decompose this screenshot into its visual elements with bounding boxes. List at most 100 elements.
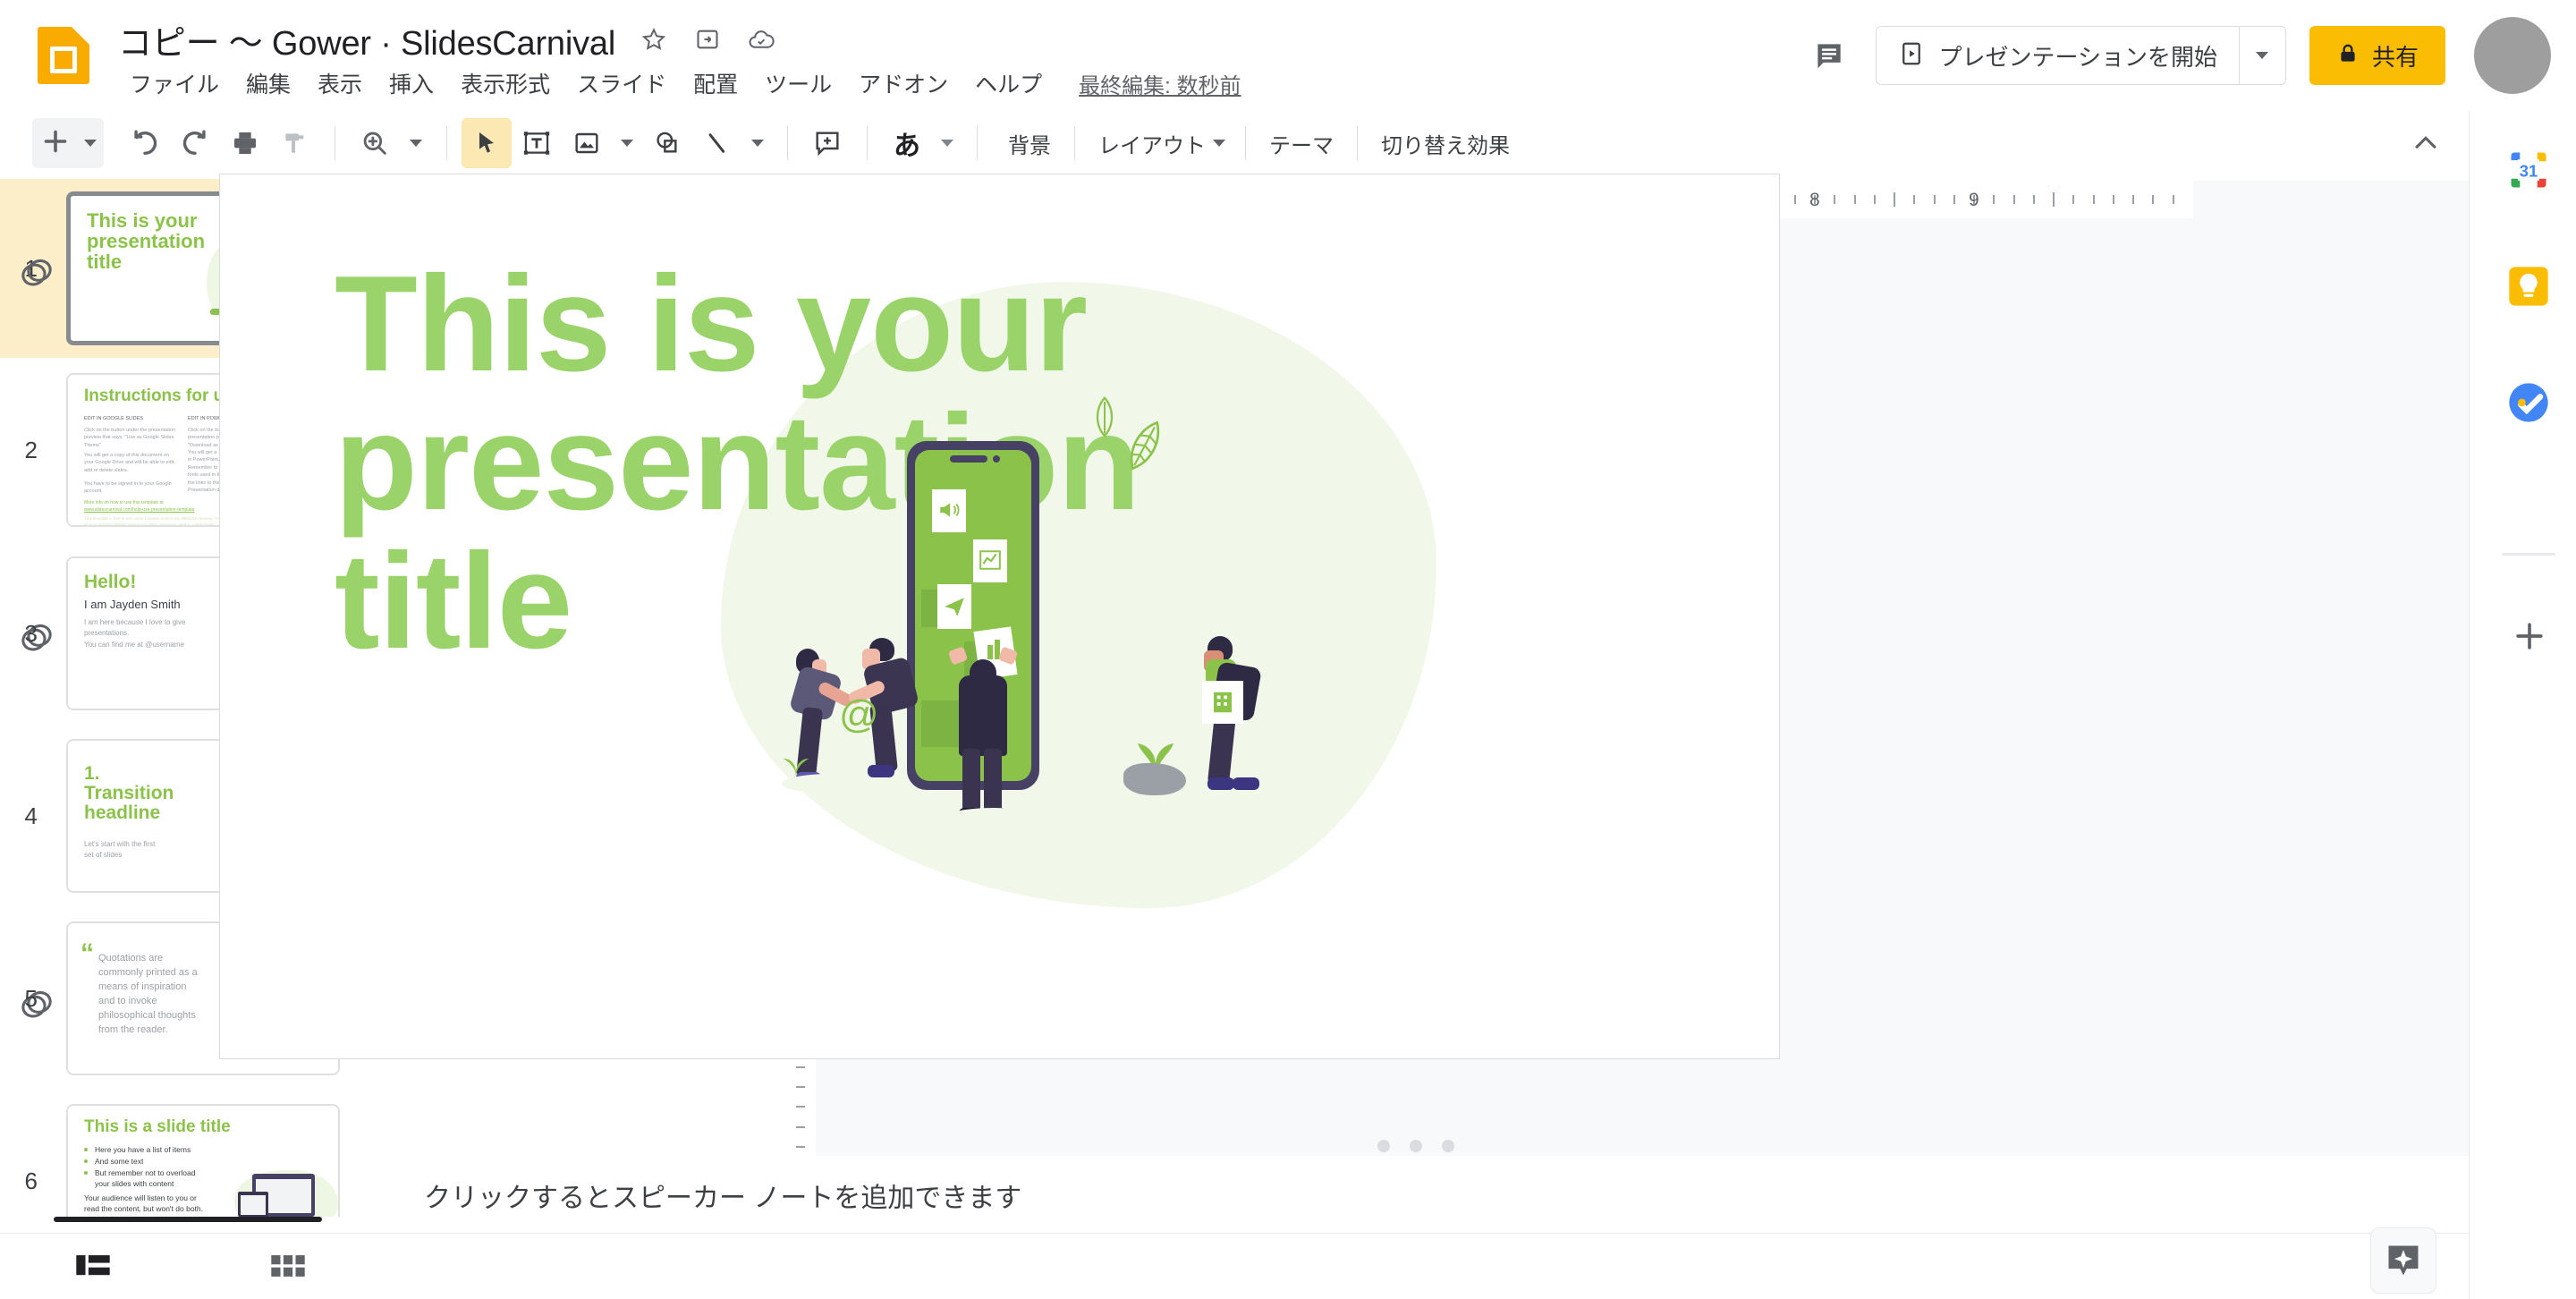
grid-view-button[interactable] <box>265 1244 311 1287</box>
move-to-folder-icon[interactable] <box>692 24 723 55</box>
explore-button[interactable] <box>2370 1227 2436 1294</box>
menu-item-format[interactable]: 表示形式 <box>447 64 564 103</box>
account-avatar[interactable] <box>2474 17 2551 94</box>
ruler-tick <box>2012 195 2015 204</box>
line-button[interactable] <box>692 118 742 168</box>
ruler-label: 8 <box>1809 190 1820 210</box>
chevron-down-icon <box>84 140 97 147</box>
print-button[interactable] <box>220 118 270 168</box>
image-button[interactable] <box>562 118 612 168</box>
background-button[interactable]: 背景 <box>992 118 1067 168</box>
slide-number: 4 <box>24 802 38 829</box>
ruler-tick <box>2172 195 2174 204</box>
thumb-col1-p2: You will get a copy of this document on … <box>84 453 175 473</box>
line-options-caret[interactable] <box>742 118 773 168</box>
theme-button[interactable]: テーマ <box>1253 118 1350 168</box>
chevron-down-icon <box>621 140 633 147</box>
layout-button[interactable]: レイアウト <box>1082 118 1238 168</box>
ruler-tick <box>2053 192 2055 207</box>
undo-button[interactable] <box>120 118 170 168</box>
zoom-button[interactable] <box>350 118 400 168</box>
thumb-quote: Quotations are commonly printed as a mea… <box>98 953 198 1035</box>
ruler-tick <box>1853 195 1856 204</box>
menu-item-view[interactable]: 表示 <box>304 64 376 103</box>
ruler-tick <box>796 1106 805 1108</box>
share-button[interactable]: 共有 <box>2309 26 2445 85</box>
slide-number: 3 <box>24 619 38 647</box>
svg-text:31: 31 <box>2520 162 2538 181</box>
people-with-smartphone-illustration[interactable]: @ <box>775 380 1275 953</box>
thumb-bullet-2: And some text <box>95 1157 144 1166</box>
transition-button[interactable]: 切り替え効果 <box>1365 118 1526 168</box>
menu-item-insert[interactable]: 挿入 <box>376 64 447 103</box>
last-edit-link[interactable]: 最終編集: 数秒前 <box>1079 68 1241 99</box>
cloud-saved-icon[interactable] <box>746 24 776 55</box>
redo-button[interactable] <box>170 118 220 168</box>
ruler-tick <box>1834 195 1836 204</box>
ruler-tick <box>2092 195 2095 204</box>
side-panel: 31 <box>2469 111 2576 1299</box>
collapse-toolbar-button[interactable] <box>2401 125 2451 161</box>
shape-button[interactable] <box>642 118 692 168</box>
speaker-notes-panel[interactable]: クリックするとスピーカー ノートを追加できます <box>392 1156 2469 1245</box>
google-slides-window: コピー 〜 Gower · SlidesCarnival ファイル 編集 表示 … <box>0 0 2576 1299</box>
toolbar-divider <box>1245 126 1246 160</box>
japanese-ime-icon[interactable]: あ <box>882 118 932 168</box>
filmstrip-bottom-scrollbar[interactable] <box>0 1217 392 1222</box>
slide-thumbnail[interactable]: This is a slide title Here you have a li… <box>66 1104 340 1217</box>
menu-item-edit[interactable]: 編集 <box>233 64 304 103</box>
paint-format-button[interactable] <box>270 118 320 168</box>
zoom-options-caret[interactable] <box>400 118 432 168</box>
select-tool-button[interactable] <box>462 118 512 168</box>
ime-options-caret[interactable] <box>932 118 962 168</box>
add-addon-button[interactable] <box>2505 612 2554 660</box>
menu-item-addons[interactable]: アドオン <box>845 64 962 103</box>
menu-item-help[interactable]: ヘルプ <box>962 64 1055 103</box>
active-slide-canvas[interactable]: This is your presentation title @ <box>219 174 1780 1059</box>
thumb-title: 1. Transition headline <box>84 763 174 824</box>
slide-number: 5 <box>24 984 38 1012</box>
chevron-down-icon <box>1213 140 1225 147</box>
ruler-label: 9 <box>1969 190 1979 210</box>
textbox-button[interactable] <box>512 118 562 168</box>
filmstrip-slide-6[interactable]: 6 This is a slide title Here you have a … <box>0 1090 392 1217</box>
ruler-tick <box>1793 195 1796 204</box>
bottom-bar <box>0 1233 2469 1299</box>
google-keep-icon[interactable] <box>2505 263 2552 310</box>
menu-item-tools[interactable]: ツール <box>751 64 845 103</box>
thumb-body-1: I am here because I love to give present… <box>84 618 186 637</box>
chevron-down-icon <box>751 140 764 147</box>
image-options-caret[interactable] <box>612 118 642 168</box>
comment-history-icon[interactable] <box>1802 29 1856 82</box>
presentation-options-caret[interactable] <box>2238 27 2285 84</box>
add-comment-icon[interactable] <box>802 118 852 168</box>
start-presentation-button[interactable]: プレゼンテーションを開始 <box>1877 27 2239 84</box>
google-calendar-icon[interactable]: 31 <box>2505 147 2552 193</box>
slide-resize-handle-dots[interactable] <box>1377 1140 1454 1152</box>
star-icon[interactable] <box>639 24 669 55</box>
speaker-notes-placeholder[interactable]: クリックするとスピーカー ノートを追加できます <box>424 1176 1021 1215</box>
background-label: 背景 <box>1008 133 1051 158</box>
new-slide-button[interactable] <box>32 118 104 168</box>
menu-item-arrange[interactable]: 配置 <box>680 64 751 103</box>
filmstrip-view-button[interactable] <box>70 1244 116 1287</box>
thumb-body-1: Let's start with the first set of slides <box>84 840 156 859</box>
document-title[interactable]: コピー 〜 Gower · SlidesCarnival <box>118 15 615 64</box>
menu-item-slide[interactable]: スライド <box>564 64 680 103</box>
present-icon <box>1898 40 1925 72</box>
ruler-tick <box>1993 195 1996 204</box>
menu-item-file[interactable]: ファイル <box>116 64 233 103</box>
slide-editor: 123456789 12345 This is your presentatio… <box>219 174 2469 1299</box>
title-icon-group <box>639 24 776 55</box>
thumb-body-2: You can find me at @username <box>84 641 184 649</box>
thumb-col1-heading: EDIT IN GOOGLE SLIDES <box>84 416 143 421</box>
app-header: コピー 〜 Gower · SlidesCarnival ファイル 編集 表示 … <box>0 0 2576 111</box>
ruler-tick <box>1913 195 1916 204</box>
layout-label: レイアウト <box>1098 133 1206 158</box>
ruler-tick <box>2132 195 2134 204</box>
thumb-footer2: www.slidescarnival.com/help-use-presenta… <box>84 507 195 513</box>
explore-sparkle-icon <box>2388 1245 2419 1276</box>
thumb-title: This is your presentation title <box>87 209 206 274</box>
thumb-title: Hello! <box>84 572 137 592</box>
google-tasks-icon[interactable] <box>2505 379 2552 426</box>
